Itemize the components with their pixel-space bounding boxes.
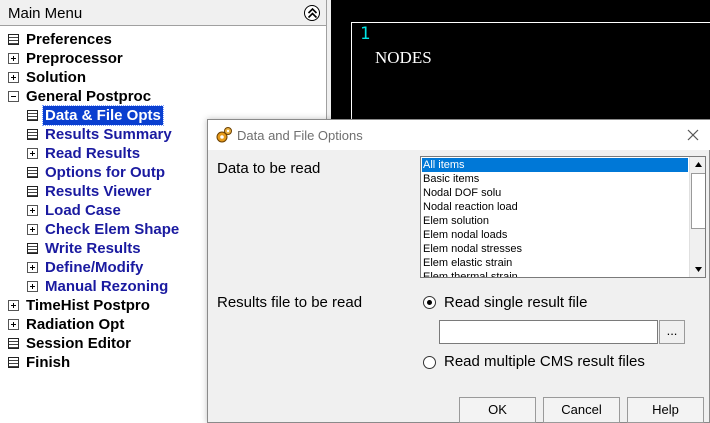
collapse-menu-button[interactable] xyxy=(304,5,320,21)
menu-item-label: General Postproc xyxy=(26,88,152,105)
expand-plus-icon[interactable] xyxy=(27,281,38,292)
menu-item-label: Load Case xyxy=(45,202,121,219)
document-icon xyxy=(27,243,38,254)
list-item[interactable]: Elem thermal strain xyxy=(422,270,688,277)
menu-item-label: Radiation Opt xyxy=(26,316,125,333)
document-icon xyxy=(27,167,38,178)
ok-button[interactable]: OK xyxy=(459,397,536,423)
expand-plus-icon[interactable] xyxy=(8,53,19,64)
close-icon[interactable] xyxy=(686,128,700,142)
menu-item-label: Preprocessor xyxy=(26,50,123,67)
list-item[interactable]: Nodal DOF solu xyxy=(422,186,688,200)
scroll-up-arrow-icon[interactable] xyxy=(690,157,706,172)
menu-item-label: Check Elem Shape xyxy=(45,221,180,238)
dialog-titlebar[interactable]: Data and File Options xyxy=(208,120,710,150)
expand-plus-icon[interactable] xyxy=(27,148,38,159)
expand-plus-icon[interactable] xyxy=(8,300,19,311)
document-icon xyxy=(27,129,38,140)
read-multiple-radio[interactable] xyxy=(423,356,436,369)
menu-item-label: Data & File Opts xyxy=(42,105,164,126)
read-single-radio[interactable] xyxy=(423,296,436,309)
data-items-listbox[interactable]: All items Basic items Nodal DOF solu Nodal … xyxy=(420,156,706,278)
main-menu-title: Main Menu xyxy=(8,5,83,22)
read-multiple-label[interactable]: Read multiple CMS result files xyxy=(444,353,645,370)
result-file-input[interactable] xyxy=(439,320,658,344)
list-item[interactable]: All items xyxy=(422,158,688,172)
expand-plus-icon[interactable] xyxy=(8,319,19,330)
document-icon xyxy=(27,186,38,197)
menu-item-label: Session Editor xyxy=(26,335,132,352)
menu-item-label: Write Results xyxy=(45,240,141,257)
menu-item-label: Results Viewer xyxy=(45,183,152,200)
data-items-list: All items Basic items Nodal DOF solu Nodal … xyxy=(422,158,688,277)
menu-item-label: Manual Rezoning xyxy=(45,278,169,295)
list-item[interactable]: Basic items xyxy=(422,172,688,186)
gears-icon xyxy=(216,127,232,143)
dialog-title: Data and File Options xyxy=(237,128,363,143)
document-icon xyxy=(8,338,19,349)
collapse-minus-icon[interactable] xyxy=(8,91,19,102)
data-to-be-read-label: Data to be read xyxy=(217,160,321,177)
window-number: 1 xyxy=(360,24,371,44)
expand-plus-icon[interactable] xyxy=(8,72,19,83)
scroll-thumb[interactable] xyxy=(691,173,705,229)
document-icon xyxy=(8,357,19,368)
read-single-label[interactable]: Read single result file xyxy=(444,294,587,311)
menu-item-label: Preferences xyxy=(26,31,112,48)
main-menu-header: Main Menu xyxy=(0,0,326,26)
expand-plus-icon[interactable] xyxy=(27,205,38,216)
menu-item-label: Read Results xyxy=(45,145,141,162)
list-item[interactable]: Elem solution xyxy=(422,214,688,228)
list-item[interactable]: Elem nodal loads xyxy=(422,228,688,242)
double-chevron-up-icon xyxy=(307,7,318,19)
list-item[interactable]: Elem elastic strain xyxy=(422,256,688,270)
browse-button[interactable]: ... xyxy=(659,320,685,344)
menu-item-label: Options for Outp xyxy=(45,164,165,181)
data-file-options-dialog: Data and File Options Data to be read Al… xyxy=(207,119,710,423)
expand-plus-icon[interactable] xyxy=(27,262,38,273)
menu-item-label: Finish xyxy=(26,354,71,371)
document-icon xyxy=(27,110,38,121)
help-button[interactable]: Help xyxy=(627,397,704,423)
document-icon xyxy=(8,34,19,45)
menu-item-label: Results Summary xyxy=(45,126,172,143)
list-item[interactable]: Nodal reaction load xyxy=(422,200,688,214)
expand-plus-icon[interactable] xyxy=(27,224,38,235)
menu-item-label: Define/Modify xyxy=(45,259,144,276)
menu-item-label: TimeHist Postpro xyxy=(26,297,150,314)
menu-item-label: Solution xyxy=(26,69,86,86)
scroll-down-arrow-icon[interactable] xyxy=(690,262,706,277)
cancel-button[interactable]: Cancel xyxy=(543,397,620,423)
listbox-scrollbar[interactable] xyxy=(689,157,706,277)
plot-title: NODES xyxy=(375,48,432,67)
results-file-label: Results file to be read xyxy=(217,294,363,311)
list-item[interactable]: Elem nodal stresses xyxy=(422,242,688,256)
